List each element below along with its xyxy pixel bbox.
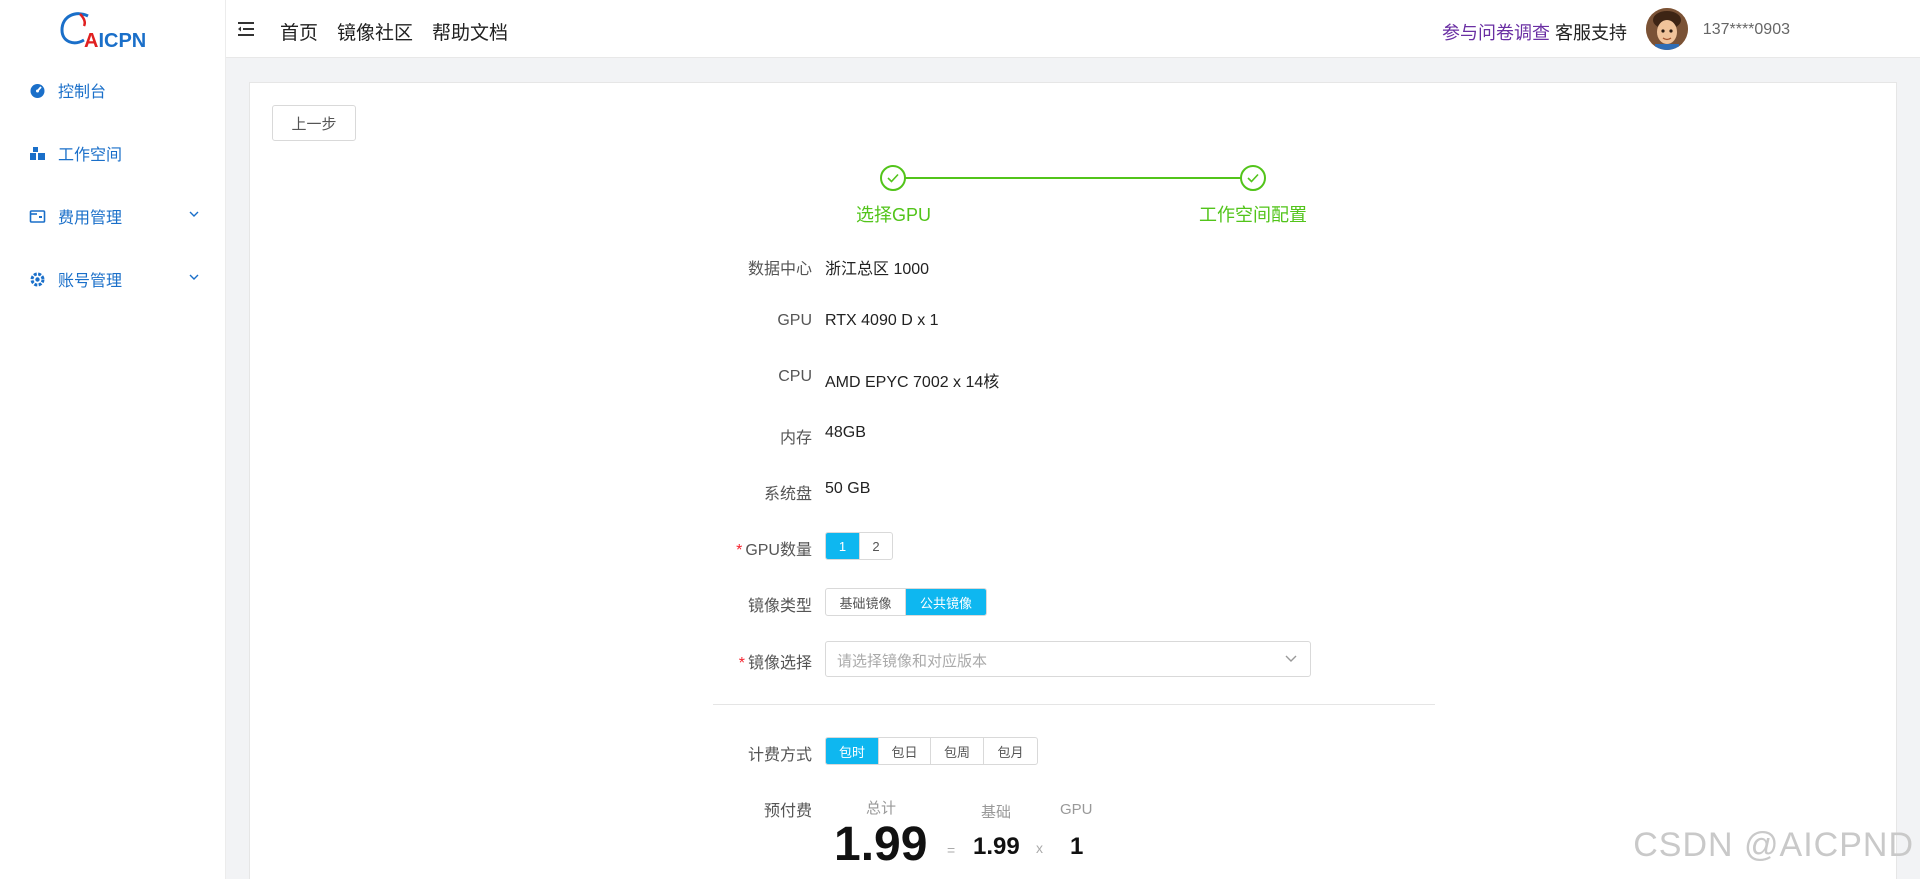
chevron-down-icon bbox=[189, 274, 199, 280]
billing-option-weekly[interactable]: 包周 bbox=[931, 738, 984, 764]
gpu-count-selector: 1 2 bbox=[825, 532, 893, 560]
times-sign: x bbox=[1036, 840, 1043, 856]
billing-option-daily[interactable]: 包日 bbox=[879, 738, 931, 764]
required-mark: * bbox=[738, 655, 745, 672]
memory-label: 内存 bbox=[779, 430, 812, 447]
nav-link-home[interactable]: 首页 bbox=[280, 18, 318, 45]
gpu-label: GPU bbox=[777, 312, 812, 329]
brand-logo[interactable]: AICPN bbox=[58, 8, 158, 56]
base-price: 1.99 bbox=[973, 833, 1020, 860]
disk-label: 系统盘 bbox=[763, 486, 812, 503]
check-icon bbox=[887, 173, 899, 183]
gpu-count-label: * GPU数量 bbox=[736, 542, 812, 559]
image-type-label: 镜像类型 bbox=[747, 598, 812, 615]
cpu-label: CPU bbox=[778, 368, 812, 385]
image-select-placeholder: 请选择镜像和对应版本 bbox=[837, 653, 988, 670]
image-select-label: * 镜像选择 bbox=[738, 655, 812, 672]
sidebar-item-label: 控制台 bbox=[58, 84, 107, 101]
sidebar-item-label: 费用管理 bbox=[58, 210, 123, 227]
cpu-value: AMD EPYC 7002 x 14核 bbox=[825, 374, 1000, 391]
workspace-icon bbox=[28, 144, 46, 162]
top-header: 首页 镜像社区 帮助文档 参与问卷调查 客服支持 137****0903 bbox=[226, 0, 1920, 58]
sidebar-item-billing[interactable]: 费用管理 bbox=[0, 196, 226, 236]
image-type-option-base[interactable]: 基础镜像 bbox=[826, 589, 906, 615]
image-type-selector: 基础镜像 公共镜像 bbox=[825, 588, 987, 616]
sidebar: AICPN 控制台 工作空间 费用管理 账号管理 bbox=[0, 0, 226, 879]
sidebar-item-label: 工作空间 bbox=[58, 147, 123, 164]
step-connector bbox=[900, 177, 1260, 179]
gpu-value: RTX 4090 D x 1 bbox=[825, 312, 939, 329]
gpu-caption: GPU bbox=[1060, 801, 1093, 818]
main-card: 上一步 选择GPU 工作空间配置 数据中心 浙江总区 1000 GPU RTX … bbox=[249, 82, 1897, 879]
total-price: 1.99 bbox=[834, 818, 928, 871]
image-select-dropdown[interactable]: 请选择镜像和对应版本 bbox=[825, 641, 1311, 677]
image-type-option-public[interactable]: 公共镜像 bbox=[906, 589, 986, 615]
prepay-label: 预付费 bbox=[763, 803, 812, 820]
sidebar-item-workspace[interactable]: 工作空间 bbox=[0, 133, 226, 173]
nav-link-image-community[interactable]: 镜像社区 bbox=[337, 18, 413, 45]
logo-text: AICPN bbox=[84, 30, 147, 52]
step-2-label: 工作空间配置 bbox=[1199, 205, 1307, 225]
chevron-down-icon bbox=[189, 211, 199, 217]
nav-link-help-docs[interactable]: 帮助文档 bbox=[432, 18, 508, 45]
required-mark: * bbox=[736, 542, 743, 559]
sidebar-item-label: 账号管理 bbox=[58, 273, 123, 290]
billing-selector: 包时 包日 包周 包月 bbox=[825, 737, 1038, 765]
gpu-count-option-2[interactable]: 2 bbox=[860, 533, 892, 559]
dashboard-icon bbox=[28, 81, 46, 99]
menu-toggle-icon[interactable] bbox=[238, 21, 256, 37]
memory-value: 48GB bbox=[825, 424, 866, 441]
step-1-label: 选择GPU bbox=[856, 205, 932, 225]
billing-icon bbox=[28, 207, 46, 225]
sidebar-item-account[interactable]: 账号管理 bbox=[0, 259, 226, 299]
gpu-multiplier: 1 bbox=[1070, 833, 1084, 860]
billing-label: 计费方式 bbox=[747, 747, 812, 764]
datacenter-value: 浙江总区 1000 bbox=[825, 261, 930, 278]
gpu-count-option-1[interactable]: 1 bbox=[826, 533, 860, 559]
base-caption: 基础 bbox=[981, 804, 1012, 821]
datacenter-label: 数据中心 bbox=[747, 261, 812, 278]
survey-link[interactable]: 参与问卷调查 bbox=[1442, 19, 1550, 45]
section-divider bbox=[713, 704, 1435, 705]
avatar-portrait-icon bbox=[1646, 8, 1688, 50]
equals-sign: = bbox=[947, 842, 956, 858]
user-phone[interactable]: 137****0903 bbox=[1703, 21, 1790, 39]
support-link[interactable]: 客服支持 bbox=[1555, 19, 1627, 45]
disk-value: 50 GB bbox=[825, 480, 871, 497]
check-icon bbox=[1247, 173, 1259, 183]
billing-option-hourly[interactable]: 包时 bbox=[826, 738, 879, 764]
step-1-done bbox=[880, 165, 906, 191]
prev-step-button[interactable]: 上一步 bbox=[272, 105, 356, 141]
sidebar-item-dashboard[interactable]: 控制台 bbox=[0, 70, 226, 110]
total-caption: 总计 bbox=[866, 800, 897, 817]
watermark: CSDN @AICPND bbox=[1633, 826, 1914, 864]
avatar[interactable] bbox=[1646, 8, 1688, 50]
gear-icon bbox=[28, 270, 46, 288]
billing-option-monthly[interactable]: 包月 bbox=[984, 738, 1037, 764]
step-2-done bbox=[1240, 165, 1266, 191]
chevron-down-icon bbox=[1285, 655, 1297, 662]
